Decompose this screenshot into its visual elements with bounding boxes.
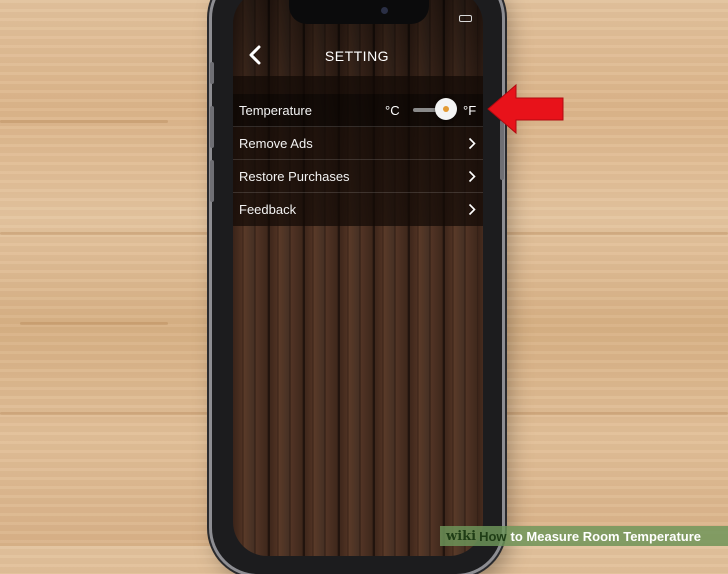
battery-icon — [459, 15, 472, 22]
settings-row-temperature: Temperature °C °F — [233, 94, 483, 127]
table-grain — [20, 322, 168, 325]
settings-row-label: Restore Purchases — [239, 169, 350, 184]
watermark-wiki: wiki — [446, 528, 477, 544]
watermark-how: How — [479, 528, 507, 544]
settings-row-label: Temperature — [239, 103, 312, 118]
watermark-title: to Measure Room Temperature — [510, 528, 701, 544]
table-grain — [0, 120, 168, 123]
side-button — [210, 160, 214, 202]
settings-row-remove-ads[interactable]: Remove Ads — [233, 127, 483, 160]
notch — [289, 0, 429, 24]
fahrenheit-label: °F — [463, 103, 477, 118]
settings-row-restore-purchases[interactable]: Restore Purchases — [233, 160, 483, 193]
side-button — [210, 62, 214, 84]
chevron-right-icon — [468, 137, 476, 150]
red-arrow-icon — [487, 83, 564, 135]
side-button — [210, 106, 214, 148]
settings-row-label: Remove Ads — [239, 136, 313, 151]
settings-row-feedback[interactable]: Feedback — [233, 193, 483, 226]
temperature-toggle-knob[interactable] — [435, 98, 457, 120]
page-title: SETTING — [324, 48, 390, 64]
watermark: wiki How to Measure Room Temperature — [440, 526, 728, 546]
chevron-right-icon — [468, 203, 476, 216]
camera-icon — [381, 7, 388, 14]
toggle-dot-icon — [443, 106, 449, 112]
settings-list: Temperature °C °F Remove Ads Restore Pur… — [233, 76, 483, 226]
back-button[interactable] — [248, 44, 268, 70]
settings-row-label: Feedback — [239, 202, 297, 217]
celsius-label: °C — [385, 103, 400, 118]
chevron-left-icon — [249, 45, 261, 65]
chevron-right-icon — [468, 170, 476, 183]
